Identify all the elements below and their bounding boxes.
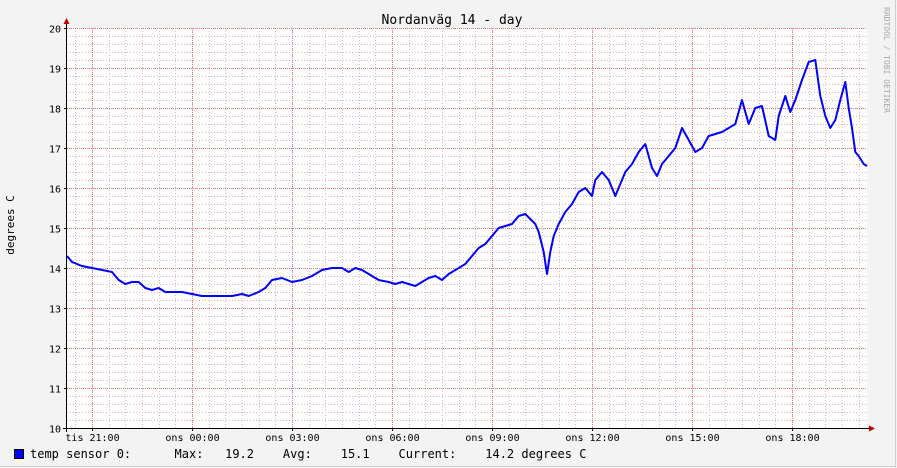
x-tick-label: ons 12:00 xyxy=(565,433,619,444)
side-watermark-label: RRDTOOL / TOBI OETIKER xyxy=(882,7,891,113)
x-axis-arrow xyxy=(869,425,875,432)
legend-current-label: Current: xyxy=(398,447,457,461)
y-tick-label: 15 xyxy=(49,225,61,236)
x-tick-label: ons 06:00 xyxy=(365,433,419,444)
x-tick-label: ons 15:00 xyxy=(665,433,719,444)
x-tick-label: tis 21:00 xyxy=(65,433,119,444)
y-tick-label: 14 xyxy=(49,265,61,276)
legend-max-value: 19.2 xyxy=(225,447,255,461)
legend-unit: degrees C xyxy=(521,447,587,461)
legend-series-label: temp sensor 0: xyxy=(30,447,132,461)
y-tick-label: 20 xyxy=(49,25,61,36)
legend-avg-label: Avg: xyxy=(282,447,312,461)
legend: temp sensor 0: Max: 19.2 Avg: 15.1 Curre… xyxy=(14,446,586,462)
y-tick-label: 12 xyxy=(49,345,61,356)
chart-title: Nordanväg 14 - day xyxy=(382,13,523,28)
x-tick-label: ons 18:00 xyxy=(765,433,819,444)
x-tick-label: ons 00:00 xyxy=(165,433,219,444)
chart-canvas: Nordanväg 14 - day degrees C RRDTOOL / T… xyxy=(4,7,891,444)
y-tick-label: 10 xyxy=(49,425,61,436)
y-tick-label: 16 xyxy=(49,185,61,196)
legend-avg-value: 15.1 xyxy=(340,447,370,461)
y-axis-label: degrees C xyxy=(4,195,17,255)
y-tick-label: 19 xyxy=(49,65,61,76)
y-tick-label: 17 xyxy=(49,145,61,156)
legend-max-label: Max: xyxy=(174,447,204,461)
y-tick-label: 18 xyxy=(49,105,61,116)
x-tick-label: ons 03:00 xyxy=(265,433,319,444)
y-tick-label: 11 xyxy=(49,385,61,396)
y-axis-arrow xyxy=(63,18,70,24)
legend-gap xyxy=(131,447,174,461)
x-tick-label: ons 09:00 xyxy=(465,433,519,444)
legend-current-value: 14.2 xyxy=(485,447,515,461)
y-tick-label: 13 xyxy=(49,305,61,316)
legend-swatch xyxy=(14,448,24,459)
